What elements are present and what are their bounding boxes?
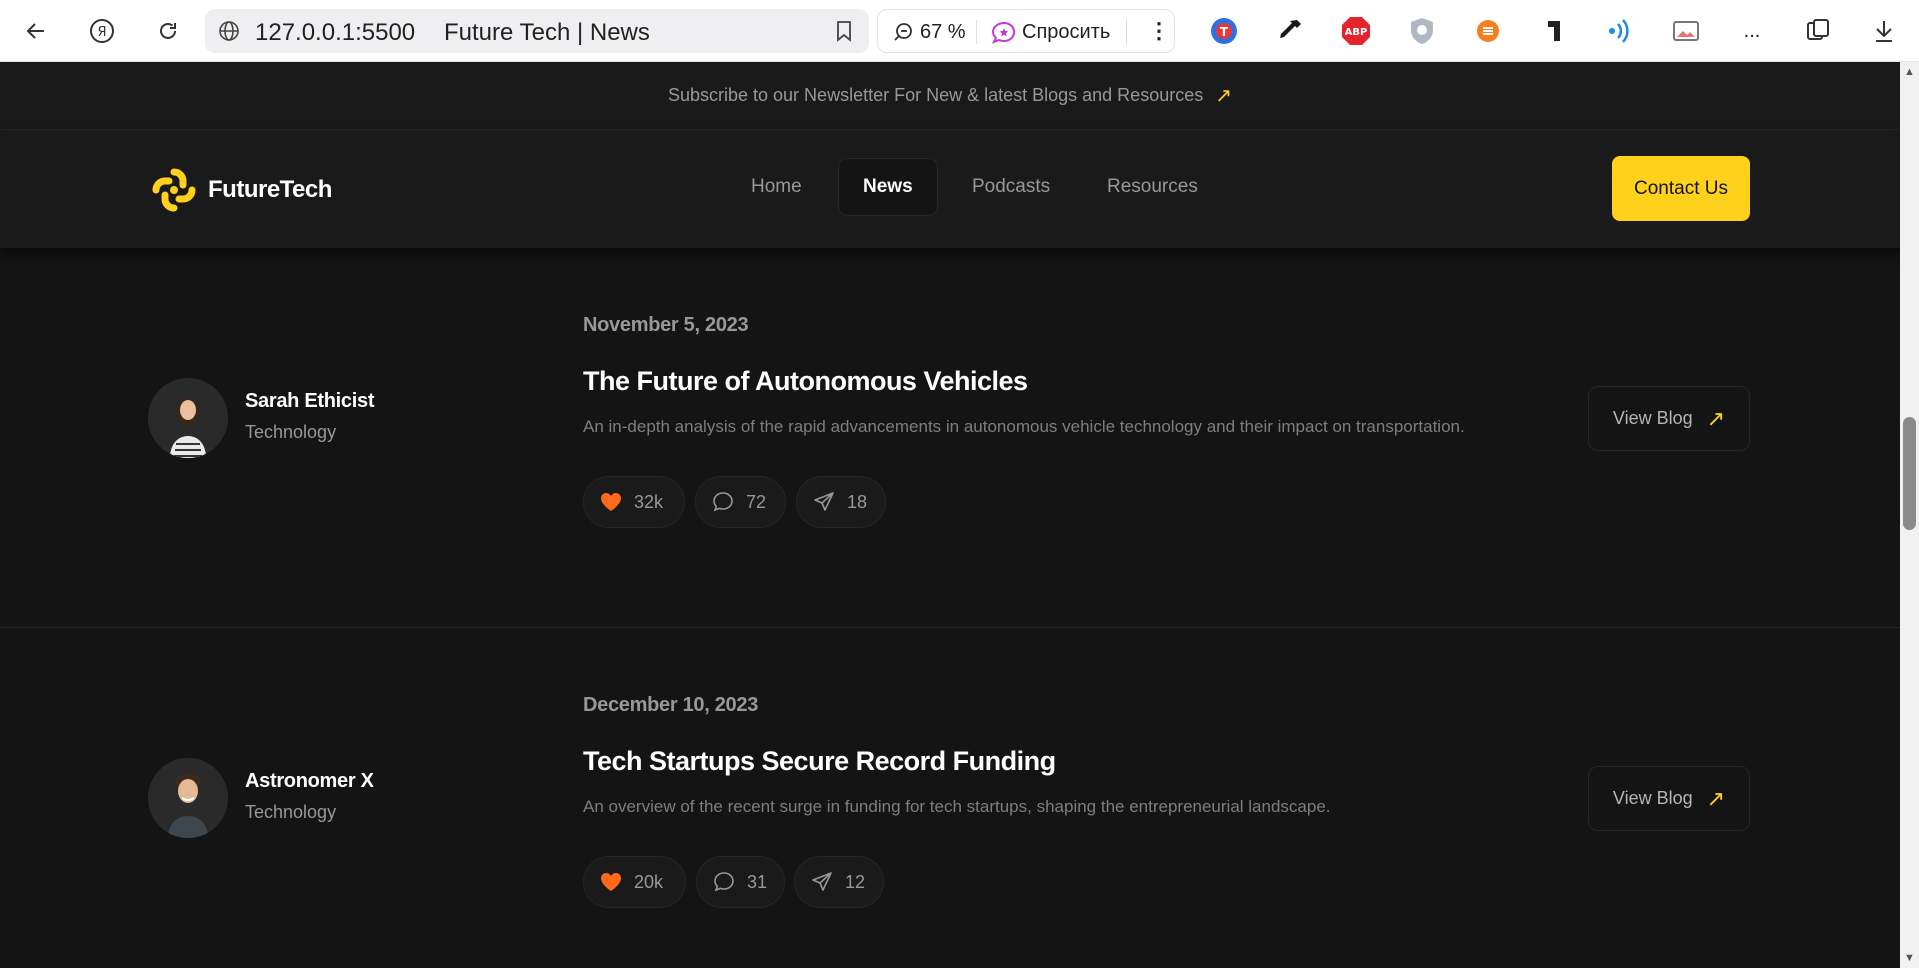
- comment-count: 72: [746, 491, 767, 512]
- site-header: FutureTech Home News Podcasts Resources …: [0, 130, 1900, 248]
- like-button[interactable]: 20k: [583, 856, 686, 908]
- scroll-up-icon[interactable]: ▲: [1904, 66, 1915, 78]
- avatar: [148, 378, 228, 458]
- arrow-up-right-icon: ↗: [1215, 85, 1232, 107]
- text-ext-icon[interactable]: [1538, 15, 1570, 47]
- post-date: December 10, 2023: [583, 694, 759, 716]
- translate-ext-icon[interactable]: T: [1208, 15, 1240, 47]
- blog-post: Astronomer X Technology December 10, 202…: [0, 628, 1900, 968]
- zoom-level[interactable]: 67 %: [920, 21, 966, 44]
- nav-news[interactable]: News: [838, 158, 938, 216]
- gallery-ext-icon[interactable]: [1670, 15, 1702, 47]
- alice-icon[interactable]: [991, 20, 1017, 51]
- author-name: Astronomer X: [245, 770, 374, 792]
- view-blog-button[interactable]: View Blog ↗: [1588, 766, 1750, 831]
- bookmark-icon[interactable]: [833, 19, 855, 48]
- like-count: 32k: [634, 491, 664, 512]
- share-count: 12: [845, 871, 866, 892]
- send-icon: [812, 872, 832, 891]
- post-title[interactable]: Tech Startups Secure Record Funding: [583, 746, 1056, 777]
- comment-icon: [714, 872, 734, 892]
- view-blog-label: View Blog: [1612, 788, 1693, 808]
- futuretech-logo-icon: [152, 168, 196, 212]
- nav-home[interactable]: Home: [727, 158, 826, 216]
- shield-ext-icon[interactable]: [1406, 15, 1438, 47]
- view-blog-button[interactable]: View Blog ↗: [1588, 386, 1750, 451]
- zoom-icon[interactable]: [892, 21, 914, 48]
- share-button[interactable]: 12: [794, 856, 884, 908]
- download-icon[interactable]: [1868, 15, 1900, 47]
- logo[interactable]: FutureTech: [148, 164, 332, 216]
- heart-icon: [601, 493, 621, 511]
- sun-ext-icon[interactable]: [1472, 15, 1504, 47]
- post-description: An in-depth analysis of the rapid advanc…: [583, 417, 1465, 436]
- scroll-down-icon[interactable]: ▼: [1904, 952, 1915, 964]
- logo-text: FutureTech: [208, 176, 332, 203]
- collections-icon[interactable]: [1802, 15, 1834, 47]
- post-description: An overview of the recent surge in fundi…: [583, 797, 1331, 816]
- tab-title: Future Tech | News: [444, 19, 650, 46]
- svg-text:Я: Я: [97, 25, 106, 40]
- author-name: Sarah Ethicist: [245, 390, 375, 412]
- kebab-menu-icon[interactable]: ⋮: [1148, 18, 1170, 44]
- page-viewport: Subscribe to our Newsletter For New & la…: [0, 62, 1900, 968]
- svg-text:ABP: ABP: [1345, 27, 1368, 38]
- comment-icon: [713, 492, 733, 512]
- comment-button[interactable]: 72: [695, 476, 786, 528]
- url-text: 127.0.0.1:5500: [255, 19, 416, 46]
- arrow-up-right-icon: ↗: [1706, 405, 1726, 431]
- more-extensions-icon[interactable]: ...: [1736, 15, 1768, 47]
- comment-button[interactable]: 31: [696, 856, 785, 908]
- reload-icon[interactable]: [150, 13, 186, 49]
- ask-button[interactable]: Спросить: [1022, 21, 1110, 44]
- share-count: 18: [847, 491, 868, 512]
- back-icon[interactable]: [18, 13, 54, 49]
- contact-us-button[interactable]: Contact Us: [1612, 156, 1750, 221]
- post-date: November 5, 2023: [583, 314, 749, 336]
- post-title[interactable]: The Future of Autonomous Vehicles: [583, 366, 1028, 397]
- divider: [976, 20, 977, 44]
- share-button[interactable]: 18: [796, 476, 886, 528]
- like-count: 20k: [634, 871, 664, 892]
- adblock-ext-icon[interactable]: ABP: [1340, 15, 1372, 47]
- nav-podcasts[interactable]: Podcasts: [948, 158, 1074, 216]
- avatar: [148, 758, 228, 838]
- arrow-up-right-icon: ↗: [1706, 785, 1726, 811]
- comment-count: 31: [747, 871, 768, 892]
- view-blog-label: View Blog: [1612, 408, 1693, 428]
- vertical-scrollbar[interactable]: ▲ ▼: [1900, 62, 1919, 968]
- assistant-pill: 67 % Спросить ⋮: [877, 9, 1175, 53]
- divider: [1126, 20, 1127, 44]
- yandex-icon[interactable]: Я: [84, 13, 120, 49]
- svg-text:T: T: [1220, 25, 1229, 39]
- newsletter-text: Subscribe to our Newsletter For New & la…: [667, 85, 1204, 105]
- nav-resources[interactable]: Resources: [1083, 158, 1222, 216]
- author-category: Technology: [245, 802, 337, 822]
- browser-toolbar: Я 127.0.0.1:5500 Future Tech | News 67 %…: [0, 0, 1919, 62]
- send-icon: [814, 492, 834, 511]
- scrollbar-thumb[interactable]: [1903, 417, 1916, 530]
- eyedropper-ext-icon[interactable]: [1274, 15, 1306, 47]
- blog-post: Sarah Ethicist Technology November 5, 20…: [0, 248, 1900, 628]
- globe-icon: [217, 19, 241, 48]
- like-button[interactable]: 32k: [583, 476, 685, 528]
- address-bar[interactable]: 127.0.0.1:5500 Future Tech | News: [205, 9, 869, 53]
- more-extensions-label: ...: [1743, 19, 1761, 42]
- newsletter-banner[interactable]: Subscribe to our Newsletter For New & la…: [0, 62, 1900, 130]
- wireless-ext-icon[interactable]: [1604, 15, 1636, 47]
- heart-icon: [601, 873, 621, 891]
- author-category: Technology: [245, 422, 337, 442]
